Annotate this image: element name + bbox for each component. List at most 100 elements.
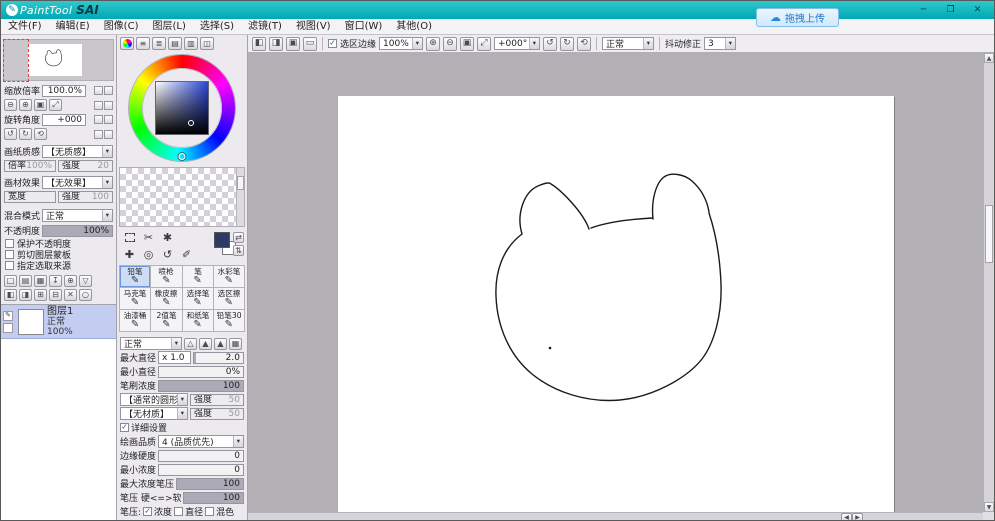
layer-tool-button[interactable]: ○: [79, 289, 92, 301]
hsv-slider-tab[interactable]: ≣: [152, 37, 166, 50]
tool-watercolor[interactable]: 水彩笔✎: [214, 266, 245, 288]
rgb-slider-tab[interactable]: ≡: [136, 37, 150, 50]
shape-strength-slider[interactable]: 强度 50: [190, 394, 244, 406]
color-wheel[interactable]: [129, 55, 235, 161]
merge-down-button[interactable]: ⊕: [64, 275, 77, 287]
chevron-down-icon[interactable]: [643, 38, 653, 49]
new-vector-layer-button[interactable]: ▤: [19, 275, 32, 287]
move-tool[interactable]: ✚: [120, 246, 139, 263]
menu-others[interactable]: 其他(O): [389, 19, 439, 34]
chevron-down-icon[interactable]: [102, 210, 112, 221]
paint-target-icon[interactable]: ✎: [3, 311, 13, 321]
layer-thumbnail[interactable]: [18, 309, 44, 335]
brush-tip-medium-button[interactable]: ▲: [199, 338, 212, 350]
blend-mode-select[interactable]: 正常: [42, 209, 113, 222]
horizontal-scrollbar[interactable]: ◀ ▶: [248, 512, 983, 521]
new-layer-set-button[interactable]: ▦: [34, 275, 47, 287]
tool-bucket[interactable]: 油漆桶✎: [120, 310, 151, 332]
min-diameter-slider[interactable]: 0%: [158, 366, 244, 378]
zoom-ratio-value[interactable]: 100.0%: [42, 85, 86, 97]
brush-tip-texture-button[interactable]: ▦: [229, 338, 242, 350]
nav-mini-button[interactable]: [94, 130, 103, 139]
pressure-density-label[interactable]: 浓度: [154, 505, 172, 518]
scroll-left-icon[interactable]: ◀: [841, 513, 852, 521]
zoom-out-button[interactable]: ⊖: [4, 99, 17, 111]
chevron-down-icon[interactable]: [177, 394, 187, 405]
effect-width-slider[interactable]: 宽度: [4, 191, 56, 203]
layer-visibility-icon[interactable]: [3, 323, 13, 333]
vertical-scrollbar[interactable]: ▲ ▼: [983, 53, 994, 512]
new-layer-button[interactable]: □: [4, 275, 17, 287]
canvas-rotate-ccw-button[interactable]: ↺: [543, 37, 557, 51]
edge-hardness-slider[interactable]: 0: [158, 450, 244, 462]
saturation-value-square[interactable]: [155, 81, 209, 135]
chevron-down-icon[interactable]: [233, 436, 243, 447]
drag-upload-button[interactable]: ☁ 拖拽上传: [756, 8, 839, 27]
rotation-angle-value[interactable]: +000: [42, 114, 86, 126]
protect-opacity-checkbox[interactable]: [5, 239, 14, 248]
material-effect-select[interactable]: 【无效果】: [42, 176, 113, 189]
brush-tip-soft-button[interactable]: △: [184, 338, 197, 350]
tool-binary-pen[interactable]: 2值笔✎: [151, 310, 182, 332]
scrollbar-thumb[interactable]: [237, 176, 244, 190]
pressure-blend-label[interactable]: 混色: [216, 505, 234, 518]
canvas-viewport[interactable]: ▲ ▼ ◀ ▶: [248, 53, 994, 521]
rotate-reset-button[interactable]: ⟲: [34, 128, 47, 140]
tool-marker[interactable]: 马克笔✎: [120, 288, 151, 310]
chevron-down-icon[interactable]: [412, 38, 422, 49]
color-wheel-tab[interactable]: [120, 37, 134, 50]
selection-edge-label[interactable]: 选区边缘: [340, 37, 376, 50]
opacity-slider[interactable]: 100%: [42, 225, 113, 237]
scroll-right-icon[interactable]: ▶: [852, 513, 863, 521]
layer-tool-button[interactable]: ⊟: [49, 289, 62, 301]
stabilizer-select[interactable]: 3: [704, 37, 736, 50]
layer-tool-button[interactable]: ◧: [4, 289, 17, 301]
minimize-button[interactable]: ─: [910, 2, 937, 18]
brush-shape-select[interactable]: 【通常的圆形】: [120, 393, 188, 406]
selection-edge-checkbox[interactable]: [328, 39, 337, 48]
tool-pencil30[interactable]: 铅笔30✎: [214, 310, 245, 332]
pressure-density-checkbox[interactable]: [143, 507, 152, 516]
canvas-zoom-reset-button[interactable]: ▣: [460, 37, 474, 51]
tool-airbrush[interactable]: 喷枪✎: [151, 266, 182, 288]
transfer-down-button[interactable]: ↧: [49, 275, 62, 287]
canvas-rotate-reset-button[interactable]: ⟲: [577, 37, 591, 51]
pressure-diameter-label[interactable]: 直径: [185, 505, 203, 518]
zoom-fit-button[interactable]: ⤢: [49, 99, 62, 111]
diameter-unit-select[interactable]: x 1.0: [158, 351, 191, 364]
color-mixer-tab[interactable]: ▤: [168, 37, 182, 50]
zoom-in-button[interactable]: ⊕: [19, 99, 32, 111]
sv-cursor[interactable]: [188, 120, 194, 126]
swap-colors-button[interactable]: ⇄: [233, 232, 244, 243]
navigator-view-rect[interactable]: [3, 39, 29, 82]
foreground-color-swatch[interactable]: [214, 232, 230, 248]
chevron-down-icon[interactable]: [102, 177, 112, 188]
min-density-slider[interactable]: 0: [158, 464, 244, 476]
canvas-zoom-select[interactable]: 100%: [379, 37, 423, 50]
paper-scale-slider[interactable]: 倍率 100%: [4, 160, 56, 172]
delete-layer-button[interactable]: ✕: [64, 289, 77, 301]
canvas-zoom-in-button[interactable]: ⊕: [426, 37, 440, 51]
quality-select[interactable]: 4 (品质优先): [158, 435, 244, 448]
rotate-cw-button[interactable]: ↻: [19, 128, 32, 140]
nav-mini-button[interactable]: [104, 130, 113, 139]
scroll-tool-button[interactable]: ◧: [252, 37, 266, 51]
menu-view[interactable]: 视图(V): [289, 19, 338, 34]
chevron-down-icon[interactable]: [725, 38, 735, 49]
selection-source-label[interactable]: 指定选取来源: [17, 259, 71, 272]
swatches-tab[interactable]: ▥: [184, 37, 198, 50]
chevron-down-icon[interactable]: [177, 408, 187, 419]
tool-brush[interactable]: 笔✎: [183, 266, 214, 288]
chevron-down-icon[interactable]: [529, 38, 539, 49]
hue-cursor[interactable]: [179, 153, 186, 160]
scrollbar-thumb[interactable]: [985, 205, 993, 263]
menu-image[interactable]: 图像(C): [97, 19, 146, 34]
scratchpad[interactable]: [119, 167, 245, 227]
clipping-mask-checkbox[interactable]: [5, 250, 14, 259]
chevron-down-icon[interactable]: [171, 338, 181, 349]
reset-colors-button[interactable]: ⇅: [233, 245, 244, 256]
tool-pencil[interactable]: 铅笔✎: [120, 266, 151, 288]
menu-filter[interactable]: 滤镜(T): [241, 19, 289, 34]
tool-select-pen[interactable]: 选择笔✎: [183, 288, 214, 310]
paper-strength-slider[interactable]: 强度 20: [58, 160, 113, 172]
